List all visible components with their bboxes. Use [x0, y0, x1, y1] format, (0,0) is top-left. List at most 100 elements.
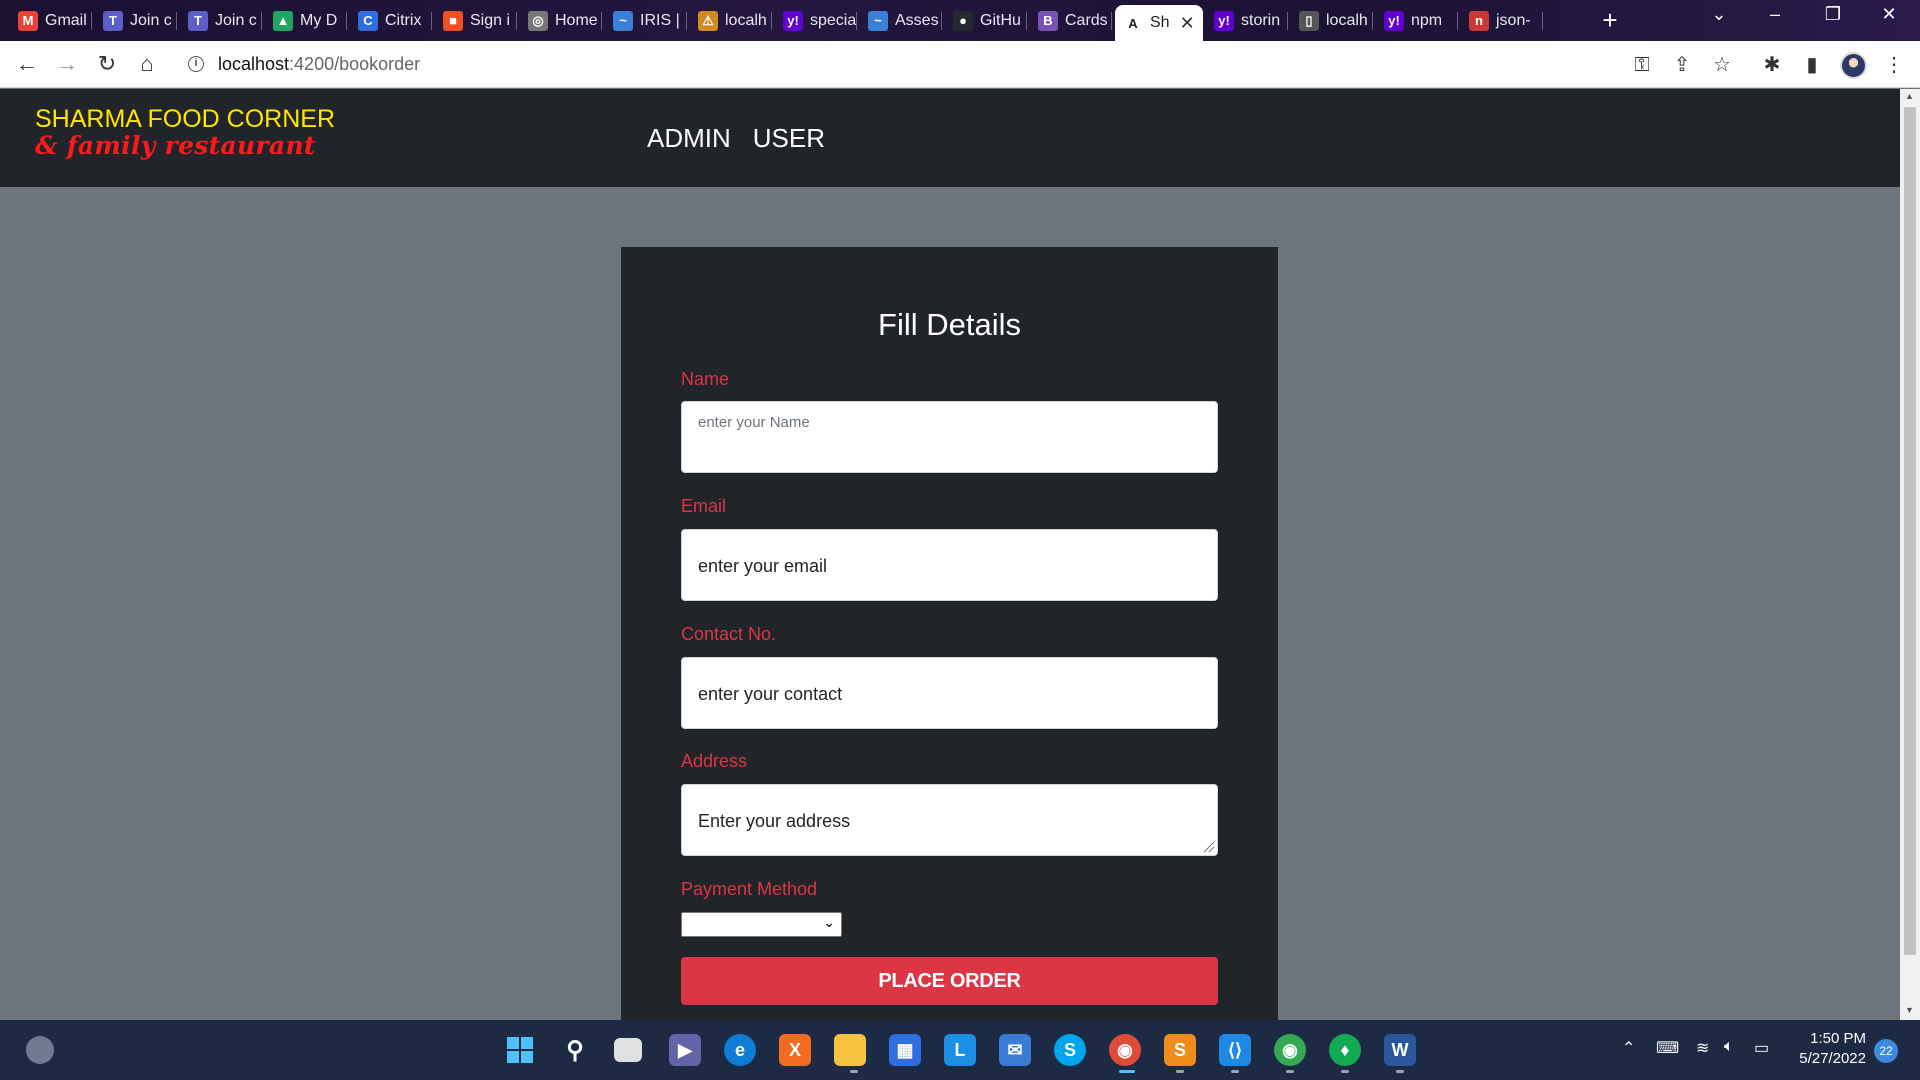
task-view-icon[interactable] [614, 1038, 642, 1062]
chrome-icon[interactable]: ◉ [1274, 1034, 1306, 1066]
nav-admin-link[interactable]: ADMIN [647, 123, 731, 154]
email-input[interactable]: enter your email [681, 529, 1218, 601]
url-path: :4200/bookorder [289, 53, 421, 74]
volume-icon[interactable]: 🔈︎ [1724, 1038, 1734, 1056]
browser-tab[interactable]: T Join c [180, 6, 262, 35]
warning-icon: ⚠ [698, 10, 718, 31]
browser-tab[interactable]: M Gmail [10, 6, 92, 35]
payment-method-select[interactable]: ⌄ [681, 912, 842, 937]
system-clock[interactable]: 1:50 PM 5/27/2022 [1790, 1029, 1866, 1069]
key-icon[interactable]: ⚿ [1628, 51, 1656, 79]
close-tab-icon[interactable]: ✕ [1180, 13, 1195, 34]
scrollbar-thumb[interactable] [1904, 107, 1916, 955]
teams-icon: T [188, 10, 208, 31]
browser-tab[interactable]: n json- [1461, 6, 1543, 35]
tab-separator [1026, 12, 1027, 30]
battery-icon[interactable]: ▭ [1754, 1038, 1769, 1058]
active-indicator [1119, 1070, 1135, 1073]
close-window-icon[interactable]: ✕ [1866, 4, 1912, 25]
teams-icon: T [103, 10, 123, 31]
tab-separator [176, 12, 177, 30]
clock-date: 5/27/2022 [1799, 1050, 1866, 1067]
tab-label: Sh [1150, 14, 1170, 31]
tab-search-icon[interactable]: ⌄ [1696, 4, 1742, 25]
name-input[interactable]: enter your Name [681, 401, 1218, 473]
browser-tab[interactable]: ~ Asses [860, 6, 942, 35]
browser-tab[interactable]: y! npm [1376, 6, 1458, 35]
form-title: Fill Details [878, 307, 1021, 342]
tab-separator [91, 12, 92, 30]
restore-icon[interactable]: ❐ [1810, 4, 1856, 25]
back-icon[interactable]: ← [12, 49, 42, 79]
chat-icon[interactable]: ▶ [669, 1034, 701, 1066]
xampp-icon[interactable]: X [779, 1034, 811, 1066]
star-icon[interactable]: ☆ [1708, 51, 1736, 79]
tab-separator [1457, 12, 1458, 30]
browser-tab[interactable]: B Cards [1030, 6, 1112, 35]
mongodb-icon[interactable]: ♦ [1329, 1034, 1361, 1066]
tray-chevron-up-icon[interactable]: ⌃ [1622, 1038, 1635, 1058]
side-panel-icon[interactable]: ▮ [1798, 51, 1826, 79]
reload-icon[interactable]: ↻ [92, 49, 122, 79]
browser-tab[interactable]: y! storin [1206, 6, 1288, 35]
edge-icon[interactable]: e [724, 1034, 756, 1066]
browser-tab-strip: M Gmail T Join c T Join c ▲ My D C Citrix ■ Sign i ◎… [0, 0, 1920, 41]
skype-icon[interactable]: S [1054, 1034, 1086, 1066]
resize-grip-icon[interactable] [1204, 842, 1214, 852]
running-indicator [1341, 1070, 1349, 1073]
browser-tab[interactable]: ⚠ localh [690, 6, 772, 35]
browser-tab[interactable]: T Join c [95, 6, 177, 35]
browser-tab[interactable]: ● GitHu [945, 6, 1027, 35]
profile-avatar[interactable] [1840, 52, 1867, 79]
wifi-icon[interactable]: ≋ [1696, 1038, 1709, 1058]
gmail-icon: M [18, 10, 38, 31]
browser-tab[interactable]: y! specia [775, 6, 857, 35]
start-icon[interactable] [504, 1034, 536, 1066]
weather-icon[interactable] [26, 1036, 54, 1064]
contact-input[interactable]: enter your contact [681, 657, 1218, 729]
word-icon[interactable]: W [1384, 1034, 1416, 1066]
browser-tab[interactable]: A Sh ✕ [1115, 5, 1203, 41]
menu-icon[interactable]: ⋮ [1880, 51, 1908, 79]
citrix-icon: C [358, 10, 378, 31]
chevron-down-icon: ⌄ [823, 914, 835, 930]
store-icon[interactable]: ▦ [889, 1034, 921, 1066]
new-tab-button[interactable]: + [1596, 7, 1624, 34]
browser-tab[interactable]: ~ IRIS | [605, 6, 687, 35]
tab-label: npm [1411, 11, 1443, 29]
keyboard-icon[interactable]: ⌨ [1656, 1038, 1679, 1058]
browser-tab[interactable]: ■ Sign i [435, 6, 517, 35]
browser-tab[interactable]: C Citrix [350, 6, 432, 35]
place-order-button[interactable]: PLACE ORDER [681, 957, 1218, 1005]
nav-user-link[interactable]: USER [753, 123, 825, 154]
chrome-icon[interactable]: ◉ [1109, 1034, 1141, 1066]
contact-placeholder: enter your contact [698, 684, 843, 704]
brand-name[interactable]: SHARMA FOOD CORNER [35, 105, 335, 134]
minimize-icon[interactable]: – [1752, 4, 1798, 25]
extensions-icon[interactable]: ✱ [1758, 51, 1786, 79]
search-icon[interactable]: ⚲ [559, 1034, 591, 1066]
name-placeholder: enter your Name [698, 414, 810, 431]
tab-separator [686, 12, 687, 30]
browser-tab[interactable]: ▲ My D [265, 6, 347, 35]
notification-badge[interactable]: 22 [1874, 1039, 1898, 1063]
l-app-icon[interactable]: L [944, 1034, 976, 1066]
browser-tab[interactable]: ▯ localh [1291, 6, 1373, 35]
mail-icon[interactable]: ✉ [999, 1034, 1031, 1066]
home-icon[interactable]: ⌂ [132, 49, 162, 79]
address-bar[interactable]: i localhost:4200/bookorder [176, 47, 1616, 81]
share-icon[interactable]: ⇪ [1668, 51, 1696, 79]
scroll-down-icon[interactable]: ▼ [1905, 1005, 1914, 1015]
microsoft-icon: ■ [443, 10, 463, 31]
file-explorer-icon[interactable] [834, 1034, 866, 1066]
sublime-icon[interactable]: S [1164, 1034, 1196, 1066]
browser-tab[interactable]: ◎ Home [520, 6, 602, 35]
vertical-scrollbar[interactable]: ▲ ▼ [1900, 89, 1920, 1020]
address-textarea[interactable]: Enter your address [681, 784, 1218, 856]
site-info-icon[interactable]: i [188, 56, 204, 72]
forward-icon[interactable]: → [52, 49, 82, 79]
vscode-icon[interactable]: ⟨⟩ [1219, 1034, 1251, 1066]
scroll-up-icon[interactable]: ▲ [1905, 91, 1914, 101]
iris-icon: ~ [868, 10, 888, 31]
site-navbar: SHARMA FOOD CORNER & family restaurant A… [0, 89, 1900, 187]
